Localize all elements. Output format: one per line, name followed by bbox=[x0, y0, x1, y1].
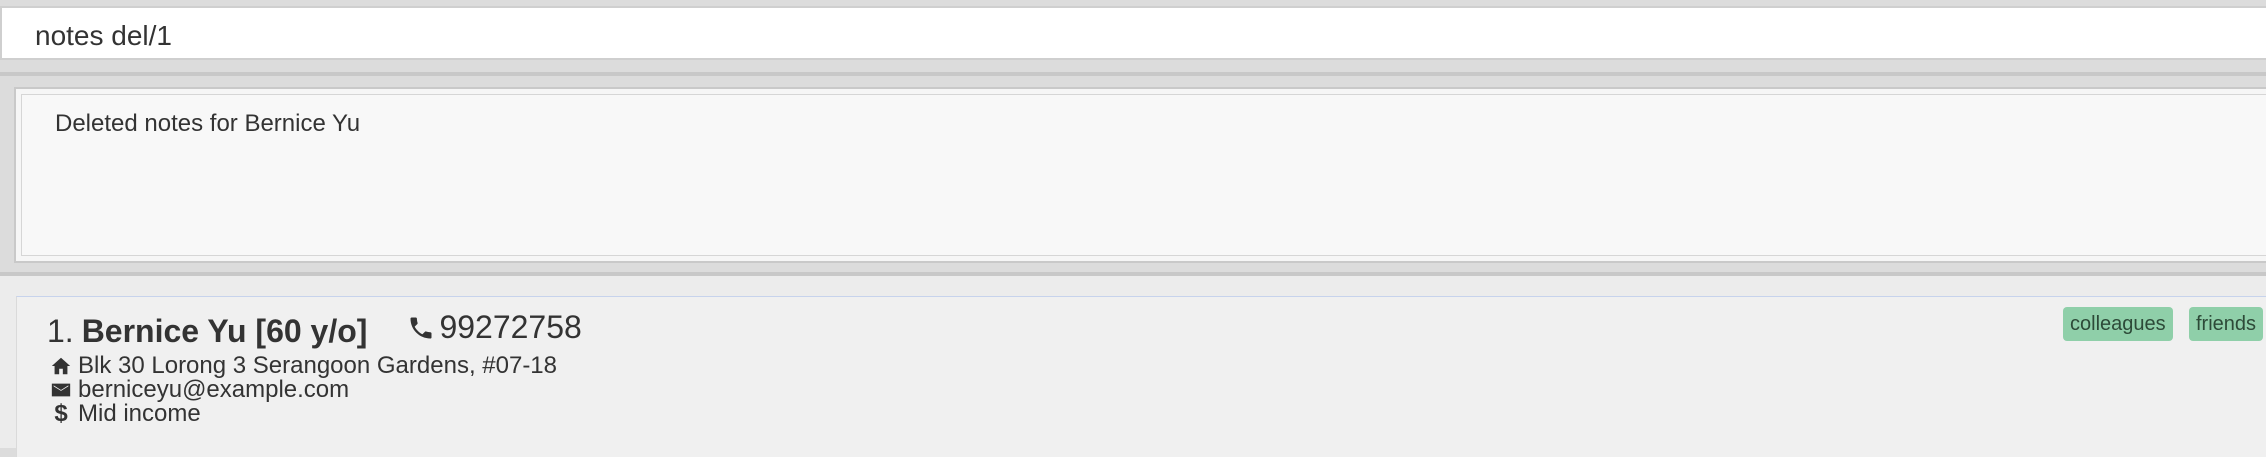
person-index: 1. bbox=[47, 312, 74, 349]
person-name: Bernice Yu [60 y/o] bbox=[81, 312, 368, 349]
tag-friends: friends bbox=[2189, 307, 2264, 341]
person-list-panel: 1. Bernice Yu [60 y/o] 99272758 Blk 30 L… bbox=[0, 276, 2266, 457]
home-icon bbox=[49, 354, 73, 378]
result-message: Deleted notes for Bernice Yu bbox=[55, 110, 361, 137]
command-input[interactable]: notes del/1 bbox=[35, 20, 172, 52]
person-card[interactable]: 1. Bernice Yu [60 y/o] 99272758 Blk 30 L… bbox=[16, 296, 2266, 457]
phone-number: 99272758 bbox=[439, 309, 582, 345]
divider bbox=[0, 72, 2266, 76]
command-box[interactable]: notes del/1 bbox=[0, 6, 2266, 60]
person-phone: 99272758 bbox=[407, 309, 582, 346]
result-display: Deleted notes for Bernice Yu bbox=[14, 87, 2266, 263]
income-text: Mid income bbox=[78, 400, 201, 427]
phone-icon bbox=[410, 317, 432, 338]
tag-colleagues: colleagues bbox=[2063, 307, 2173, 341]
result-display-inner[interactable]: Deleted notes for Bernice Yu bbox=[21, 94, 2266, 256]
mail-icon bbox=[49, 378, 73, 402]
dollar-icon: $ bbox=[54, 400, 68, 427]
person-header: 1. Bernice Yu [60 y/o] 99272758 bbox=[47, 309, 582, 349]
person-income: $ Mid income bbox=[49, 400, 201, 428]
